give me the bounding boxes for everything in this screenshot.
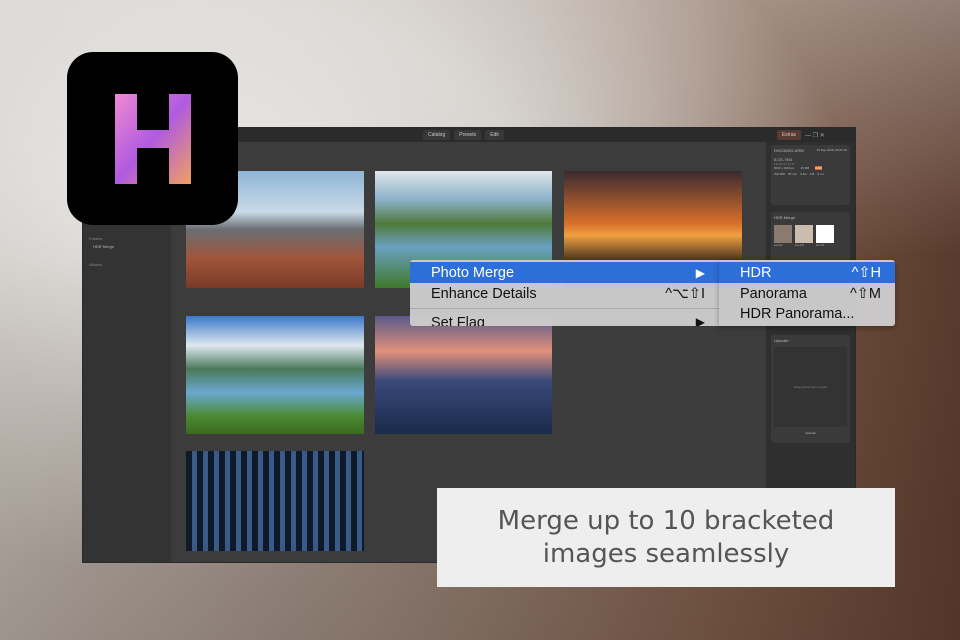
exif-aperture: f/11 (809, 172, 815, 176)
exif-shutter: 0.4 s (817, 172, 824, 176)
thumb-label: ev-0.0 (774, 243, 783, 247)
menu-item-enhance-details[interactable]: Enhance Details ^⌥⇧I (410, 283, 719, 304)
menu-item-photo-merge[interactable]: Photo Merge ▶ (410, 262, 719, 283)
exif-iso: ISO 800 (774, 172, 786, 176)
upscale-button[interactable]: Upscale (774, 431, 847, 435)
window-controls[interactable]: — ❐ ✕ (805, 132, 855, 139)
app-logo (67, 52, 238, 225)
menu-separator (410, 308, 719, 309)
albums-heading: Albums (89, 262, 103, 267)
exif-ev: 0 EV (800, 172, 807, 176)
caption-line-1: Merge up to 10 bracketed (497, 505, 835, 536)
submenu-item-panorama[interactable]: Panorama ^⇧M (719, 283, 895, 304)
submenu-item-hdr-panorama[interactable]: HDR Panorama... (719, 303, 895, 324)
info-card: DSC06392.ARW 15 Sep 2018, 06:02:16 ILCE-7… (771, 145, 850, 205)
photo-forest[interactable] (186, 451, 364, 551)
submenu-item-hdr[interactable]: HDR ^⇧H (719, 262, 895, 283)
drop-zone[interactable]: Drag photos here to start (774, 347, 847, 427)
photo-merge-submenu: HDR ^⇧H Panorama ^⇧M HDR Panorama... (719, 260, 895, 326)
caption-line-2: images seamlessly (542, 538, 790, 569)
thumb-label: ev+2.0 (795, 243, 805, 247)
folders-heading: Folders (89, 236, 103, 241)
upscale-title: Upscale (774, 338, 789, 343)
upscale-card: Upscale Drag photos here to start Upscal… (771, 335, 850, 443)
raw-badge: RAW (815, 166, 823, 170)
folder-item[interactable]: HDR Merge (93, 244, 114, 249)
menu-item-set-flag[interactable]: Set Flag ▶ (410, 315, 719, 326)
file-size: 46 MB (800, 166, 810, 170)
caption-box: Merge up to 10 bracketed images seamlessl… (437, 488, 895, 587)
thumb-label: ev-4.0 (816, 243, 825, 247)
context-menu: Photo Merge ▶ Enhance Details ^⌥⇧I Set Fla… (410, 260, 719, 326)
tab-edit[interactable]: Edit (485, 130, 504, 140)
hdr-merge-card: HDR Merge ev-0.0 ev+2.0 ev-4.0 (771, 212, 850, 264)
tab-presets[interactable]: Presets (454, 130, 482, 140)
hdr-title: HDR Merge (774, 215, 796, 220)
photo-bridge[interactable] (375, 316, 552, 434)
filename: DSC06392.ARW (774, 148, 804, 153)
photo-lake[interactable] (186, 316, 364, 434)
exif-focal: 35 mm (788, 172, 798, 176)
drop-text: Drag photos here to start (793, 385, 828, 389)
tab-catalog[interactable]: Catalog (423, 130, 451, 140)
resolution: 6000 x 4000 px (774, 166, 795, 170)
extras-button[interactable]: Extras (776, 130, 801, 140)
date: 15 Sep 2018, 06:02:16 (816, 148, 847, 152)
h-logo-icon (114, 93, 191, 184)
